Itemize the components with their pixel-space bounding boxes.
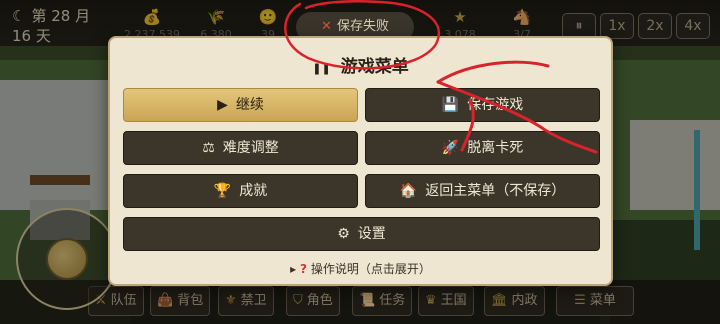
floppy-disk-icon: 💾 (441, 97, 460, 113)
pause-icon: ❚❚ (312, 62, 331, 75)
continue-button[interactable]: ▶ 继续 (123, 88, 358, 122)
expand-triangle-icon: ▸ (290, 262, 297, 276)
dialog-title: ❚❚ 游戏菜单 (312, 57, 409, 77)
question-icon: ? (300, 262, 307, 276)
settings-button[interactable]: ⚙ 设置 (123, 217, 600, 251)
home-icon: 🏠 (399, 183, 418, 199)
gear-icon: ⚙ (337, 226, 350, 242)
save-game-button[interactable]: 💾 保存游戏 (365, 88, 600, 122)
game-menu-dialog: ❚❚ 游戏菜单 ▶ 继续 💾 保存游戏 ⚖ 难度调整 🚀 脱离卡死 🏆 成就 🏠 返回主菜单（… (108, 36, 613, 286)
play-icon: ▶ (217, 97, 228, 113)
error-x-icon: ✕ (321, 19, 332, 34)
unstuck-button[interactable]: 🚀 脱离卡死 (365, 131, 600, 165)
scales-icon: ⚖ (202, 140, 215, 156)
rocket-icon: 🚀 (441, 140, 460, 156)
achievements-button[interactable]: 🏆 成就 (123, 174, 358, 208)
controls-help-toggle[interactable]: ▸ ? 操作说明（点击展开） (110, 260, 611, 277)
main-menu-button[interactable]: 🏠 返回主菜单（不保存） (365, 174, 600, 208)
trophy-icon: 🏆 (213, 183, 232, 199)
difficulty-button[interactable]: ⚖ 难度调整 (123, 131, 358, 165)
